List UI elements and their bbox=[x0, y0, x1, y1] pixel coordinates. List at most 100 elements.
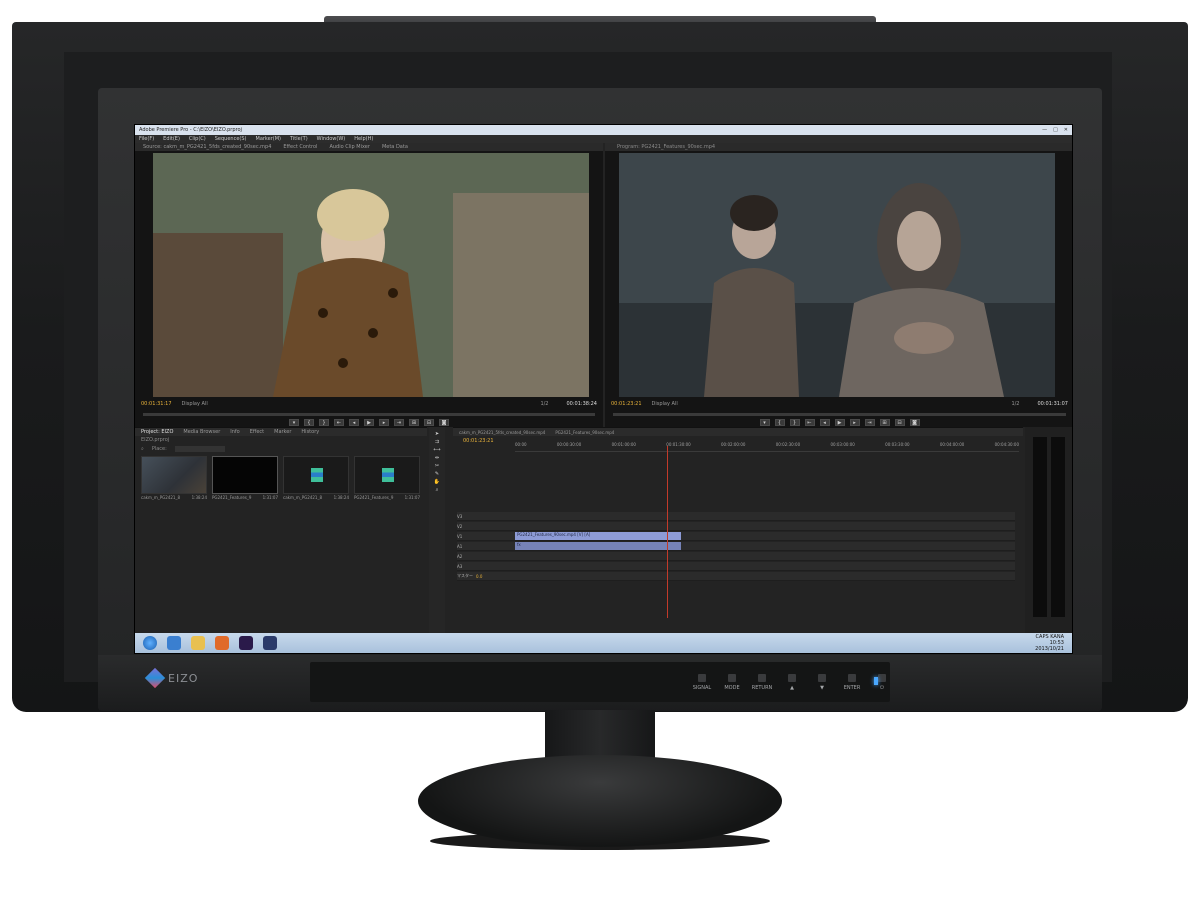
go-out-button[interactable]: ⇥ bbox=[864, 419, 875, 426]
menu-help[interactable]: Help(H) bbox=[354, 136, 373, 142]
explorer-icon[interactable] bbox=[191, 636, 205, 650]
camera-icon[interactable]: ◙ bbox=[439, 419, 449, 426]
signal-button[interactable]: SIGNAL bbox=[692, 674, 712, 691]
program-timecode-out: 00:01:31:07 bbox=[1037, 401, 1068, 407]
track-master[interactable]: マスター 0.0 bbox=[457, 572, 1015, 581]
razor-icon[interactable]: ✂ bbox=[435, 463, 439, 469]
camera-icon[interactable]: ◙ bbox=[909, 419, 920, 426]
track-a3[interactable]: A3 bbox=[457, 562, 1015, 571]
marker-button[interactable]: ▾ bbox=[289, 419, 299, 426]
go-in-button[interactable]: ⇤ bbox=[334, 419, 344, 426]
bin-item[interactable]: PG2421_Features_9 1:31:07 bbox=[354, 456, 420, 500]
playhead[interactable] bbox=[667, 446, 668, 618]
down-button[interactable]: ▼ bbox=[812, 674, 832, 691]
track-select-icon[interactable]: ⇉ bbox=[435, 439, 439, 445]
lift-button[interactable]: ⊞ bbox=[879, 419, 890, 426]
mode-label: MODE bbox=[724, 685, 740, 691]
program-fraction[interactable]: 1/2 bbox=[1011, 401, 1019, 407]
tab-program[interactable]: Program: PG2421_Features_90sec.mp4 bbox=[617, 144, 715, 150]
timeline-ruler[interactable]: 00:00 00:00:30:00 00:01:00:00 00:01:30:0… bbox=[515, 442, 1019, 452]
out-button[interactable]: } bbox=[789, 419, 800, 426]
tab-effect-control[interactable]: Effect Control bbox=[283, 144, 317, 150]
zoom-icon[interactable]: ⌕ bbox=[436, 487, 439, 493]
up-label: ▲ bbox=[790, 685, 794, 691]
step-back-button[interactable]: ◂ bbox=[819, 419, 830, 426]
tab-info[interactable]: Info bbox=[230, 429, 239, 435]
overwrite-button[interactable]: ⊟ bbox=[424, 419, 434, 426]
step-forward-button[interactable]: ▸ bbox=[849, 419, 860, 426]
tab-meta-data[interactable]: Meta Data bbox=[382, 144, 408, 150]
media-player-icon[interactable] bbox=[215, 636, 229, 650]
track-v3[interactable]: V3 bbox=[457, 512, 1015, 521]
menu-title[interactable]: Title(T) bbox=[290, 136, 308, 142]
ie-icon[interactable] bbox=[167, 636, 181, 650]
tab-marker[interactable]: Marker bbox=[274, 429, 291, 435]
source-fraction[interactable]: 1/2 bbox=[540, 401, 548, 407]
menu-edit[interactable]: Edit(E) bbox=[163, 136, 180, 142]
mode-button[interactable]: MODE bbox=[722, 674, 742, 691]
audio-clip[interactable]: fx bbox=[515, 542, 681, 550]
insert-button[interactable]: ⊞ bbox=[409, 419, 419, 426]
menu-window[interactable]: Window(W) bbox=[317, 136, 346, 142]
bin-name: PG2421_Features_9 bbox=[354, 495, 394, 500]
project-panel: Project: EIZO Media Browser Info Effect … bbox=[135, 427, 427, 635]
program-scrubber[interactable] bbox=[613, 413, 1066, 416]
marker-button[interactable]: ▾ bbox=[759, 419, 770, 426]
tab-media-browser[interactable]: Media Browser bbox=[183, 429, 220, 435]
out-button[interactable]: } bbox=[319, 419, 329, 426]
tab-audio-clip-mixer[interactable]: Audio Clip Mixer bbox=[329, 144, 369, 150]
step-back-button[interactable]: ◂ bbox=[349, 419, 359, 426]
source-scrubber[interactable] bbox=[143, 413, 595, 416]
menu-file[interactable]: File(F) bbox=[139, 136, 154, 142]
extract-button[interactable]: ⊟ bbox=[894, 419, 905, 426]
enter-button[interactable]: ENTER bbox=[842, 674, 862, 691]
step-forward-button[interactable]: ▸ bbox=[379, 419, 389, 426]
source-display-select[interactable]: Display All bbox=[182, 401, 208, 407]
menu-sequence[interactable]: Sequence(S) bbox=[215, 136, 247, 142]
program-tab-bar: Program: PG2421_Features_90sec.mp4 bbox=[605, 143, 1072, 151]
in-button[interactable]: { bbox=[774, 419, 785, 426]
maximize-icon[interactable]: □ bbox=[1053, 127, 1058, 133]
project-file-name: EIZO.prproj bbox=[141, 437, 170, 443]
bin-item[interactable]: PG2421_Features_9 1:31:07 bbox=[212, 456, 278, 500]
return-button[interactable]: RETURN bbox=[752, 674, 772, 691]
timeline-panel: cakm_m_PG2421_5fds_created_90sec.mp4 PG2… bbox=[453, 427, 1023, 635]
in-button[interactable]: { bbox=[304, 419, 314, 426]
minimize-icon[interactable]: — bbox=[1042, 127, 1047, 133]
track-a2[interactable]: A2 bbox=[457, 552, 1015, 561]
colornavigator-icon[interactable] bbox=[263, 636, 277, 650]
video-clip[interactable]: PG2421_Features_90sec.mp4 [V] [A] bbox=[515, 532, 681, 540]
tab-history[interactable]: History bbox=[301, 429, 319, 435]
program-display-select[interactable]: Display All bbox=[652, 401, 678, 407]
bin-item[interactable]: cakm_m_PG2421_8 1:38:24 bbox=[141, 456, 207, 500]
place-select[interactable] bbox=[174, 446, 225, 452]
master-value[interactable]: 0.0 bbox=[476, 574, 482, 579]
rolling-edit-icon[interactable]: ⇹ bbox=[435, 455, 439, 461]
bin-item[interactable]: cakm_m_PG2421_8 1:38:24 bbox=[283, 456, 349, 500]
search-icon[interactable]: ⌕ bbox=[141, 446, 144, 452]
ripple-edit-icon[interactable]: ⟷ bbox=[433, 447, 440, 453]
up-button[interactable]: ▲ bbox=[782, 674, 802, 691]
tab-project[interactable]: Project: EIZO bbox=[141, 429, 173, 435]
go-out-button[interactable]: ⇥ bbox=[394, 419, 404, 426]
source-timecode-in[interactable]: 00:01:31:17 bbox=[141, 401, 172, 407]
program-timecode-in[interactable]: 00:01:23:21 bbox=[611, 401, 642, 407]
tab-sequence-2[interactable]: PG2421_Features_90sec.mp4 bbox=[555, 430, 614, 435]
menu-marker[interactable]: Marker(M) bbox=[256, 136, 282, 142]
track-v2[interactable]: V2 bbox=[457, 522, 1015, 531]
close-icon[interactable]: ✕ bbox=[1064, 127, 1068, 133]
go-in-button[interactable]: ⇤ bbox=[804, 419, 815, 426]
premiere-icon[interactable] bbox=[239, 636, 253, 650]
pen-icon[interactable]: ✎ bbox=[435, 471, 439, 477]
tab-sequence-1[interactable]: cakm_m_PG2421_5fds_created_90sec.mp4 bbox=[459, 430, 545, 435]
ruler-tick: 00:00 bbox=[515, 442, 527, 447]
timeline-timecode[interactable]: 00:01:23:21 bbox=[463, 438, 494, 444]
selection-tool-icon[interactable]: ➤ bbox=[435, 431, 439, 437]
tab-source[interactable]: Source: cakm_m_PG2421_5fds_created_90sec… bbox=[143, 144, 271, 150]
start-button-icon[interactable] bbox=[143, 636, 157, 650]
menu-clip[interactable]: Clip(C) bbox=[189, 136, 206, 142]
tab-effect[interactable]: Effect bbox=[250, 429, 264, 435]
play-button[interactable]: ▶ bbox=[834, 419, 845, 426]
play-button[interactable]: ▶ bbox=[364, 419, 374, 426]
hand-icon[interactable]: ✋ bbox=[434, 479, 440, 485]
